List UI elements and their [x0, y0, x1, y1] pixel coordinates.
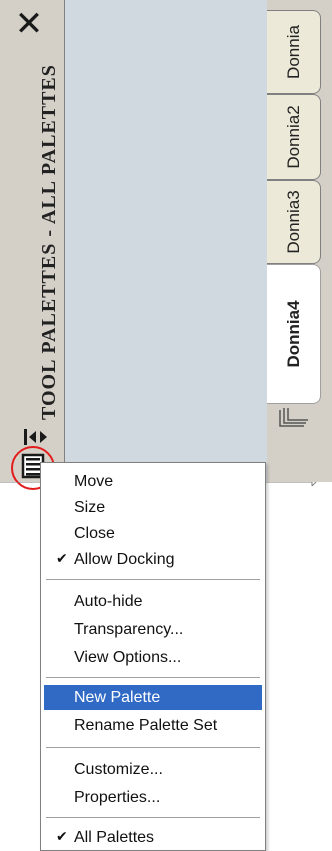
menu-item-all-palettes[interactable]: ✔ All Palettes — [44, 825, 262, 850]
menu-separator — [46, 677, 260, 678]
menu-item-customize[interactable]: Customize... — [44, 757, 262, 782]
tab-donnia3[interactable]: Donnia3 — [267, 180, 321, 264]
tab-donnia[interactable]: Donnia — [267, 10, 321, 94]
menu-item-properties[interactable]: Properties... — [44, 785, 262, 810]
palette-title-bar[interactable]: ✕ TOOL PALETTES - ALL PALETTES — [0, 0, 65, 490]
menu-item-view-options[interactable]: View Options... — [44, 645, 262, 670]
tab-donnia4[interactable]: Donnia4 — [267, 264, 321, 404]
menu-separator — [46, 817, 260, 818]
checkmark-icon: ✔ — [56, 829, 68, 845]
tab-label: Donnia4 — [283, 300, 303, 368]
palette-title: TOOL PALETTES - ALL PALETTES — [38, 64, 60, 420]
menu-separator — [46, 579, 260, 580]
menu-separator — [46, 747, 260, 748]
palette-content-area[interactable] — [65, 0, 267, 482]
tab-label: Donnia — [283, 25, 303, 79]
menu-item-transparency[interactable]: Transparency... — [44, 617, 262, 642]
stacked-tabs-icon[interactable] — [278, 408, 308, 430]
close-icon[interactable]: ✕ — [11, 6, 47, 42]
tab-donnia2[interactable]: Donnia2 — [267, 94, 321, 180]
menu-item-auto-hide[interactable]: Auto-hide — [44, 589, 262, 614]
menu-item-size[interactable]: Size — [44, 495, 262, 520]
palette-context-menu: Move Size Close ✔ Allow Docking Auto-hid… — [40, 462, 266, 851]
checkmark-icon: ✔ — [56, 551, 68, 567]
menu-item-move[interactable]: Move — [44, 469, 262, 494]
tab-label: Donnia2 — [283, 105, 303, 169]
auto-hide-icon[interactable] — [22, 426, 50, 448]
tab-label: Donnia3 — [283, 190, 303, 254]
menu-item-allow-docking[interactable]: ✔ Allow Docking — [44, 547, 262, 572]
menu-item-close[interactable]: Close — [44, 521, 262, 546]
menu-item-rename-palette-set[interactable]: Rename Palette Set — [44, 713, 262, 738]
menu-item-new-palette[interactable]: New Palette — [44, 685, 262, 710]
